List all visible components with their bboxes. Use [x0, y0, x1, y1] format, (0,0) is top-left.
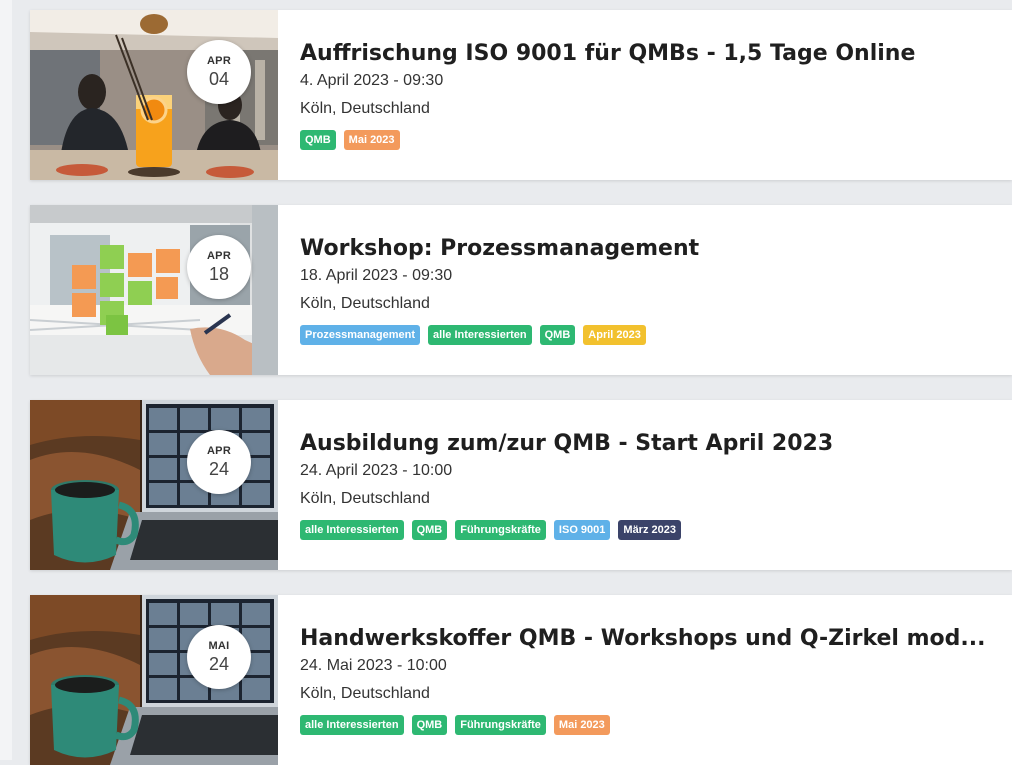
tag-qmb[interactable]: QMB — [539, 325, 576, 345]
event-location: Köln, Deutschland — [300, 295, 430, 312]
event-info: Auffrischung ISO 9001 für QMBs - 1,5 Tag… — [278, 10, 1012, 180]
tag-alle-interessierten[interactable]: alle Interessierten — [300, 715, 404, 735]
event-card[interactable]: MAI 24 Handwerkskoffer QMB - Workshops u… — [30, 595, 1012, 765]
date-badge: MAI 24 — [187, 625, 251, 689]
tag-mai-2023[interactable]: Mai 2023 — [343, 130, 400, 150]
tag-list: alle Interessierten QMB Führungskräfte M… — [300, 715, 1012, 735]
event-info: Handwerkskoffer QMB - Workshops und Q-Zi… — [278, 595, 1012, 765]
date-month: APR — [206, 445, 232, 457]
tag-list: QMB Mai 2023 — [300, 130, 1012, 150]
tag-fuehrungskraefte[interactable]: Führungskräfte — [455, 520, 546, 540]
date-day: 18 — [208, 264, 230, 284]
tag-mai-2023[interactable]: Mai 2023 — [553, 715, 610, 735]
event-datetime: 4. April 2023 - 09:30 — [300, 72, 444, 89]
video-call-photo[interactable]: MAI 24 — [30, 595, 278, 765]
tag-qmb[interactable]: QMB — [411, 520, 448, 540]
tag-alle-interessierten[interactable]: alle Interessierten — [300, 520, 404, 540]
event-title[interactable]: Ausbildung zum/zur QMB - Start April 202… — [300, 430, 1012, 458]
date-badge: APR 24 — [187, 430, 251, 494]
date-badge: APR 04 — [187, 40, 251, 104]
tag-list: alle Interessierten QMB Führungskräfte I… — [300, 520, 1012, 540]
event-card[interactable]: APR 24 Ausbildung zum/zur QMB - Start Ap… — [30, 400, 1012, 570]
event-list: APR 04 Auffrischung ISO 9001 für QMBs - … — [30, 0, 1012, 765]
date-month: MAI — [208, 640, 230, 652]
event-info: Ausbildung zum/zur QMB - Start April 202… — [278, 400, 1012, 570]
left-gutter — [0, 0, 12, 760]
event-datetime: 24. April 2023 - 10:00 — [300, 462, 453, 479]
date-day: 24 — [208, 654, 230, 674]
date-month: APR — [206, 55, 232, 67]
event-card[interactable]: APR 04 Auffrischung ISO 9001 für QMBs - … — [30, 10, 1012, 180]
event-datetime: 24. Mai 2023 - 10:00 — [300, 657, 447, 674]
event-title[interactable]: Workshop: Prozessmanagement — [300, 235, 1012, 263]
event-location: Köln, Deutschland — [300, 685, 430, 702]
tag-april-2023[interactable]: April 2023 — [583, 325, 646, 345]
event-title[interactable]: Auffrischung ISO 9001 für QMBs - 1,5 Tag… — [300, 40, 1012, 68]
event-datetime: 18. April 2023 - 09:30 — [300, 267, 453, 284]
tag-fuehrungskraefte[interactable]: Führungskräfte — [455, 715, 546, 735]
cafe-photo[interactable]: APR 04 — [30, 10, 278, 180]
event-location: Köln, Deutschland — [300, 100, 430, 117]
event-card[interactable]: APR 18 Workshop: Prozessmanagement 18. A… — [30, 205, 1012, 375]
tag-prozessmanagement[interactable]: Prozessmanagement — [300, 325, 421, 345]
tag-alle-interessierten[interactable]: alle Interessierten — [428, 325, 532, 345]
date-day: 04 — [208, 69, 230, 89]
tag-qmb[interactable]: QMB — [300, 130, 336, 150]
tag-maerz-2023[interactable]: März 2023 — [618, 520, 681, 540]
tag-qmb[interactable]: QMB — [411, 715, 448, 735]
video-call-photo[interactable]: APR 24 — [30, 400, 278, 570]
date-badge: APR 18 — [187, 235, 251, 299]
tag-list: Prozessmanagement alle Interessierten QM… — [300, 325, 1012, 345]
date-day: 24 — [208, 459, 230, 479]
tag-iso-9001[interactable]: ISO 9001 — [553, 520, 611, 540]
event-title[interactable]: Handwerkskoffer QMB - Workshops und Q-Zi… — [300, 625, 1012, 653]
sticky-notes-photo[interactable]: APR 18 — [30, 205, 278, 375]
event-info: Workshop: Prozessmanagement 18. April 20… — [278, 205, 1012, 375]
date-month: APR — [206, 250, 232, 262]
event-location: Köln, Deutschland — [300, 490, 430, 507]
